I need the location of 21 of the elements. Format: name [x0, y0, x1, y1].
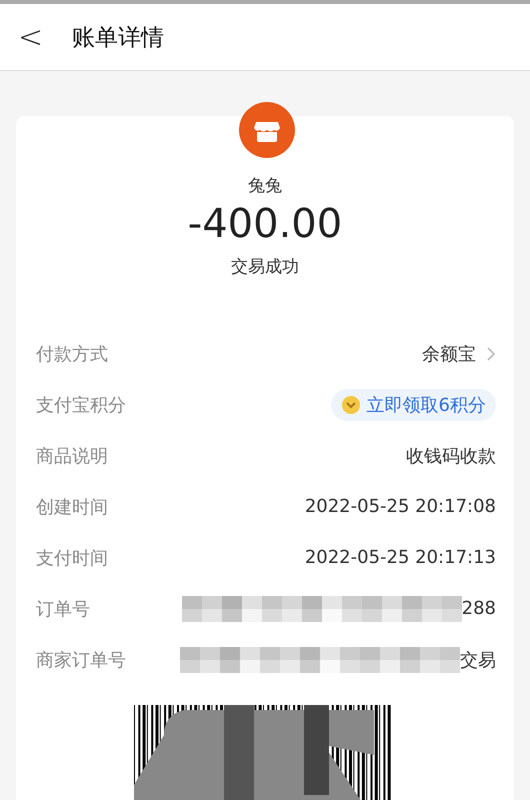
- field-label: 商品说明: [36, 444, 108, 468]
- field-label: 订单号: [36, 598, 90, 620]
- field-value: 2022-05-25 20:17:08: [304, 496, 496, 517]
- points-button[interactable]: 立即领取6积分: [330, 388, 496, 420]
- field-value: 288: [462, 598, 496, 619]
- payee-name: 兔兔: [248, 175, 282, 197]
- field-label: 支付时间: [36, 546, 108, 570]
- back-button[interactable]: <: [0, 20, 60, 54]
- page-title: 账单详情: [72, 24, 164, 52]
- chevron-icon: [486, 346, 496, 362]
- field-value: 交易: [460, 648, 496, 672]
- field-label: 付款方式: [36, 342, 108, 366]
- field-value: 2022-05-25 20:17:13: [304, 547, 496, 568]
- field-label: 支付宝积分: [36, 394, 126, 416]
- field-label: 商家订单号: [36, 648, 126, 672]
- amount: -400.00: [188, 201, 342, 247]
- field-value: 收钱码收款: [406, 444, 496, 468]
- status-text: 交易成功: [231, 256, 299, 278]
- payment-method-link[interactable]: 余额宝: [422, 342, 496, 366]
- field-label: 创建时间: [36, 496, 108, 518]
- coin-icon: [340, 394, 361, 414]
